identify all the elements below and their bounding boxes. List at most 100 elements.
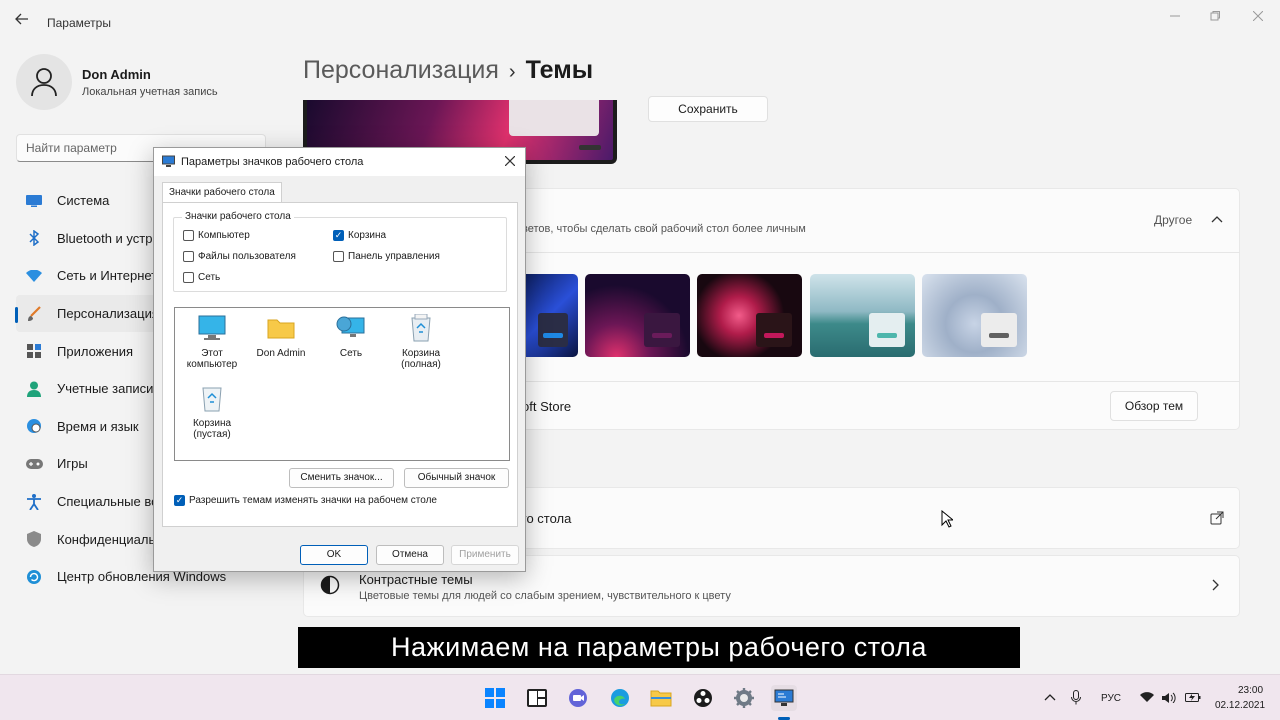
checkbox-label: Корзина [348,230,387,241]
network-icon [336,314,366,342]
minimize-icon [1170,15,1180,17]
avatar[interactable] [16,54,72,110]
restore-button[interactable] [1200,6,1230,26]
desktop-icon-settings-taskbar-button[interactable] [771,685,797,711]
checkbox-allow-themes[interactable]: ✓ Разрешить темам изменять значки на раб… [174,495,437,506]
icon-item-user-folder[interactable]: Don Admin [244,314,318,359]
clock-time[interactable]: 23:00 [1238,685,1263,696]
checkbox-box [183,230,194,241]
browse-themes-button[interactable]: Обзор тем [1110,391,1198,421]
icon-label: компьютер [186,359,238,370]
ok-button[interactable]: OK [300,545,368,565]
thumb-window [981,313,1017,347]
theme-thumbnail[interactable] [585,274,690,357]
monitor-icon [774,689,794,706]
chevron-up-icon[interactable] [1211,215,1223,223]
sidebar-item-label: Сеть и Интернет [57,268,158,284]
tray-overflow-chevron-icon[interactable] [1044,693,1056,701]
theme-thumbnail[interactable] [810,274,915,357]
shield-icon [25,530,43,548]
thumb-window [538,313,568,347]
sidebar-item-label: Bluetooth и устр [57,230,153,246]
checkbox-recycle-bin[interactable]: ✓ Корзина [333,230,386,241]
chat-icon [569,689,587,707]
accessibility-icon [25,493,43,511]
thumb-accent-bar [877,333,897,338]
desktop-icons-settings-label: го стола [522,511,572,526]
title-bar: Параметры [0,0,1280,44]
sidebar-item-label: Персонализация [57,306,159,322]
file-explorer-button[interactable] [648,685,674,711]
language-indicator[interactable]: РУС [1101,693,1121,704]
preview-window [509,100,599,136]
breadcrumb: Персонализация › Темы [303,56,593,85]
checkbox-label: Сеть [198,272,221,283]
checkbox-user-files[interactable]: Файлы пользователя [183,251,296,262]
theme-thumbnail[interactable] [520,274,578,357]
apply-button[interactable]: Применить [451,545,519,565]
default-icon-button[interactable]: Обычный значок [404,468,509,488]
checkbox-label: Файлы пользователя [198,251,296,262]
checkmark-icon: ✓ [333,230,344,241]
dialog-close-button[interactable] [501,152,519,170]
chat-button[interactable] [565,685,591,711]
bluetooth-icon [25,229,43,247]
icon-item-this-pc[interactable]: Этот компьютер [175,314,249,370]
window-title: Параметры [47,16,111,30]
battery-charging-icon[interactable] [1185,691,1201,703]
store-themes-label: oft Store [522,399,572,414]
contrast-themes-subtitle: Цветовые темы для людей со слабым зрение… [359,590,731,602]
theme-thumbnail[interactable] [922,274,1027,357]
icon-item-recycle-bin-full[interactable]: Корзина (полная) [384,314,458,370]
minimize-button[interactable] [1160,6,1190,26]
sidebar-item-label: Учетные записи [57,381,154,397]
checkbox-network[interactable]: Сеть [183,272,220,283]
checkbox-computer[interactable]: Компьютер [183,230,250,241]
edge-button[interactable] [607,685,633,711]
close-button[interactable] [1243,6,1273,26]
icon-item-recycle-bin-empty[interactable]: Корзина (пустая) [175,384,249,440]
taskbar: РУС 23:00 02.12.2021 [0,674,1280,720]
clock-date[interactable]: 02.12.2021 [1215,700,1265,711]
save-button[interactable]: Сохранить [648,96,768,122]
microphone-icon[interactable] [1071,690,1081,705]
themes-expand-label[interactable]: Другое [1154,213,1192,227]
icon-item-network[interactable]: Сеть [314,314,388,359]
desktop-icon-settings-dialog: Параметры значков рабочего стола Значки … [153,147,526,572]
contrast-themes-title: Контрастные темы [359,572,473,587]
apps-icon [25,342,43,360]
checkmark-icon: ✓ [174,495,185,506]
recycle-bin-empty-icon [197,384,227,412]
sidebar-item-label: Время и язык [57,418,139,434]
edge-browser-icon [611,689,629,707]
thumb-window [869,313,905,347]
monitor-icon [197,314,227,342]
checkbox-box [183,251,194,262]
breadcrumb-separator: › [508,61,516,83]
task-view-icon [527,689,547,707]
thumb-accent-bar [652,333,672,338]
desktop-icons-group: Значки рабочего стола Компьютер ✓ Корзин… [173,211,507,292]
cancel-button[interactable]: Отмена [376,545,444,565]
back-button[interactable] [12,12,32,32]
dialog-title-bar: Параметры значков рабочего стола [154,148,525,176]
checkbox-control-panel[interactable]: Панель управления [333,251,440,262]
change-icon-button[interactable]: Сменить значок... [289,468,394,488]
volume-icon[interactable] [1162,692,1176,703]
obs-button[interactable] [690,685,716,711]
task-view-button[interactable] [524,685,550,711]
sidebar-item-label: Игры [57,456,88,472]
wifi-icon[interactable] [1140,692,1154,703]
contrast-icon [320,575,340,595]
wifi-icon [25,267,43,285]
checkbox-box [183,272,194,283]
theme-thumbnail[interactable] [697,274,802,357]
settings-button[interactable] [731,685,757,711]
sidebar-item-label: Специальные во [57,494,159,510]
tab-desktop-icons[interactable]: Значки рабочего стола [162,182,282,203]
breadcrumb-parent[interactable]: Персонализация [303,56,499,84]
start-button[interactable] [482,685,508,711]
preview-accent-bar [579,145,601,150]
gamepad-icon [25,455,43,473]
icon-list: Этот компьютер Don Admin Сеть Корзина (п… [174,307,510,461]
